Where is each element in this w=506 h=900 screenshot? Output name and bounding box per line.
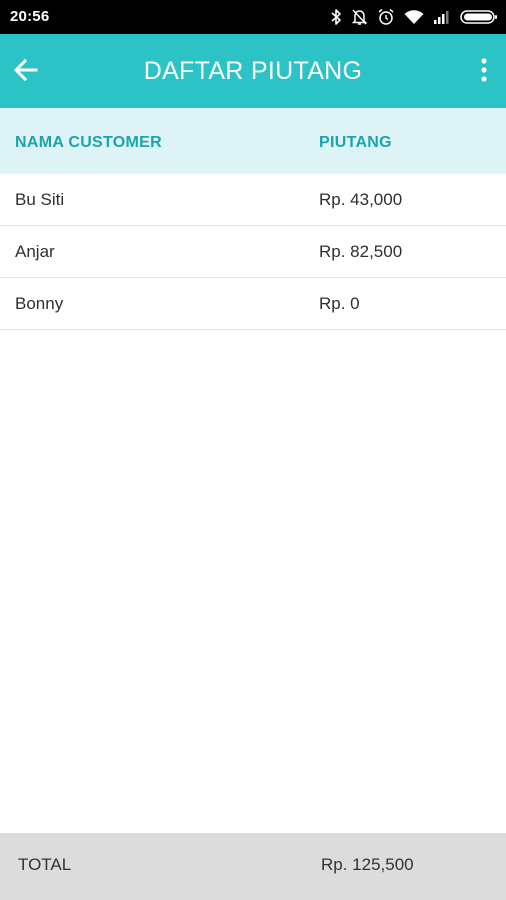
table-header: NAMA CUSTOMER PIUTANG xyxy=(0,108,506,174)
notifications-off-icon xyxy=(351,8,368,26)
column-header-customer-name: NAMA CUSTOMER xyxy=(15,134,163,151)
customer-name: Bu Siti xyxy=(15,190,65,209)
column-header-receivable: PIUTANG xyxy=(319,134,392,151)
receivable-amount: Rp. 0 xyxy=(319,294,360,313)
battery-icon xyxy=(460,9,498,25)
customer-list: Bu Siti Rp. 43,000 Anjar Rp. 82,500 Bonn… xyxy=(0,174,506,330)
receivable-amount: Rp. 43,000 xyxy=(319,190,403,209)
customer-name: Bonny xyxy=(15,294,64,313)
table-row[interactable]: Anjar Rp. 82,500 xyxy=(0,226,506,278)
alarm-icon xyxy=(377,8,395,26)
app-bar: DAFTAR PIUTANG xyxy=(0,34,506,108)
customer-name: Anjar xyxy=(15,242,55,261)
total-footer: TOTAL Rp. 125,500 xyxy=(0,833,506,900)
overflow-menu-button[interactable] xyxy=(474,56,494,88)
bluetooth-icon xyxy=(330,8,342,26)
receivable-amount: Rp. 82,500 xyxy=(319,242,403,261)
table-row[interactable]: Bu Siti Rp. 43,000 xyxy=(0,174,506,226)
total-value: Rp. 125,500 xyxy=(321,855,414,874)
total-label: TOTAL xyxy=(18,855,72,874)
page-title: DAFTAR PIUTANG xyxy=(143,57,363,85)
more-vertical-icon xyxy=(480,57,488,88)
signal-icon xyxy=(433,10,451,24)
wifi-icon xyxy=(404,9,424,25)
status-time: 20:56 xyxy=(10,8,50,25)
table-row[interactable]: Bonny Rp. 0 xyxy=(0,278,506,330)
status-bar: 20:56 xyxy=(0,0,506,34)
status-icons xyxy=(330,0,498,34)
